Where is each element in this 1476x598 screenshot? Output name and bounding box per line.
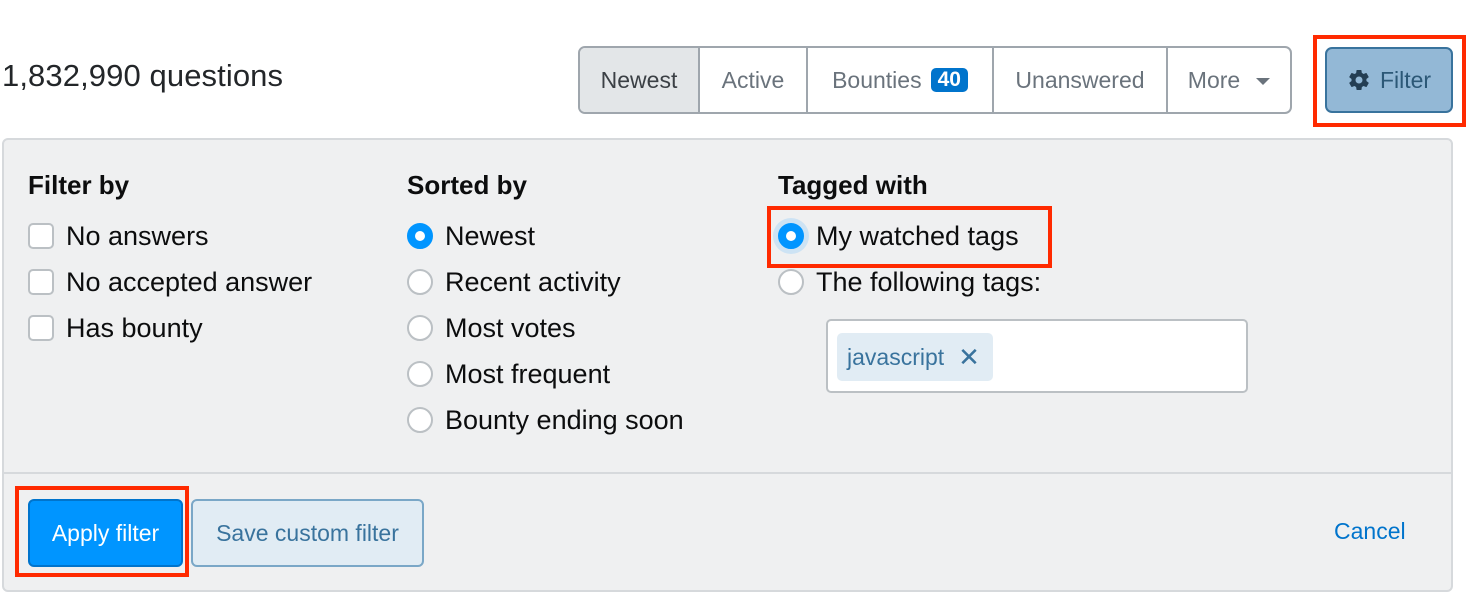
tag-option-my-watched-tags[interactable]: My watched tags	[778, 213, 1041, 259]
tab-label: Bounties	[832, 66, 922, 93]
sort-option-bounty-ending-soon[interactable]: Bounty ending soon	[407, 397, 684, 443]
filter-panel: Filter by No answers No accepted answer …	[2, 138, 1453, 592]
option-label: The following tags:	[816, 266, 1042, 297]
option-label: No answers	[66, 220, 209, 251]
option-label: Newest	[445, 220, 536, 251]
radio-newest[interactable]	[407, 223, 433, 249]
option-label: No accepted answer	[66, 266, 313, 297]
filter-by-heading: Filter by	[28, 170, 130, 200]
question-count: 1,832,990 questions	[2, 58, 284, 93]
tab-label: Unanswered	[1015, 66, 1145, 93]
sort-option-recent-activity[interactable]: Recent activity	[407, 259, 684, 305]
panel-divider	[4, 472, 1451, 474]
radio-most-votes[interactable]	[407, 315, 433, 341]
filter-by-group: Filter by No answers No accepted answer …	[28, 168, 312, 351]
checkbox-no-accepted-answer[interactable]	[28, 269, 54, 295]
tab-active[interactable]: Active	[698, 48, 806, 112]
option-no-answers[interactable]: No answers	[28, 213, 312, 259]
radio-most-frequent[interactable]	[407, 361, 433, 387]
option-has-bounty[interactable]: Has bounty	[28, 305, 312, 351]
tab-more-dropdown[interactable]: More	[1166, 48, 1290, 112]
tab-label: Active	[721, 66, 785, 93]
radio-bounty-ending-soon[interactable]	[407, 407, 433, 433]
checkbox-has-bounty[interactable]	[28, 315, 54, 341]
tags-input[interactable]: javascript ✕	[826, 319, 1248, 393]
checkbox-no-answers[interactable]	[28, 223, 54, 249]
tab-newest[interactable]: Newest	[580, 48, 698, 112]
tab-unanswered[interactable]: Unanswered	[992, 48, 1166, 112]
radio-recent-activity[interactable]	[407, 269, 433, 295]
radio-following-tags[interactable]	[778, 269, 804, 295]
tag-chip: javascript ✕	[837, 333, 993, 381]
questions-page: 1,832,990 questions Newest Active Bounti…	[0, 0, 1476, 598]
option-no-accepted-answer[interactable]: No accepted answer	[28, 259, 312, 305]
radio-my-watched-tags[interactable]	[778, 223, 804, 249]
close-icon[interactable]: ✕	[958, 344, 980, 370]
option-label: Recent activity	[445, 266, 621, 297]
sort-option-most-votes[interactable]: Most votes	[407, 305, 684, 351]
cancel-link[interactable]: Cancel	[1334, 518, 1406, 545]
option-label: My watched tags	[816, 220, 1019, 251]
option-label: Most frequent	[445, 358, 611, 389]
tag-label: javascript	[847, 343, 945, 370]
tagged-with-heading: Tagged with	[778, 170, 928, 200]
sorted-by-group: Sorted by Newest Recent activity Most vo…	[407, 168, 684, 443]
apply-filter-button[interactable]: Apply filter	[28, 499, 183, 567]
option-label: Most votes	[445, 312, 576, 343]
gear-icon	[1349, 70, 1369, 91]
tab-label: More	[1187, 66, 1241, 93]
sort-option-newest[interactable]: Newest	[407, 213, 684, 259]
bounty-count-badge: 40	[930, 68, 968, 92]
save-custom-filter-button[interactable]: Save custom filter	[191, 499, 424, 567]
option-label: Bounty ending soon	[445, 404, 684, 435]
tag-option-following-tags[interactable]: The following tags:	[778, 259, 1041, 305]
option-label: Has bounty	[66, 312, 203, 343]
sort-tabs: Newest Active Bounties 40 Unanswered Mor…	[578, 46, 1292, 114]
tagged-with-group: Tagged with My watched tags The followin…	[778, 168, 1041, 305]
caret-down-icon	[1256, 77, 1271, 85]
tab-bounties[interactable]: Bounties 40	[806, 48, 992, 112]
tab-label: Newest	[600, 66, 678, 93]
sort-option-most-frequent[interactable]: Most frequent	[407, 351, 684, 397]
filter-toggle-button[interactable]: Filter	[1325, 47, 1453, 113]
sorted-by-heading: Sorted by	[407, 170, 527, 200]
filter-button-label: Filter	[1379, 66, 1432, 93]
